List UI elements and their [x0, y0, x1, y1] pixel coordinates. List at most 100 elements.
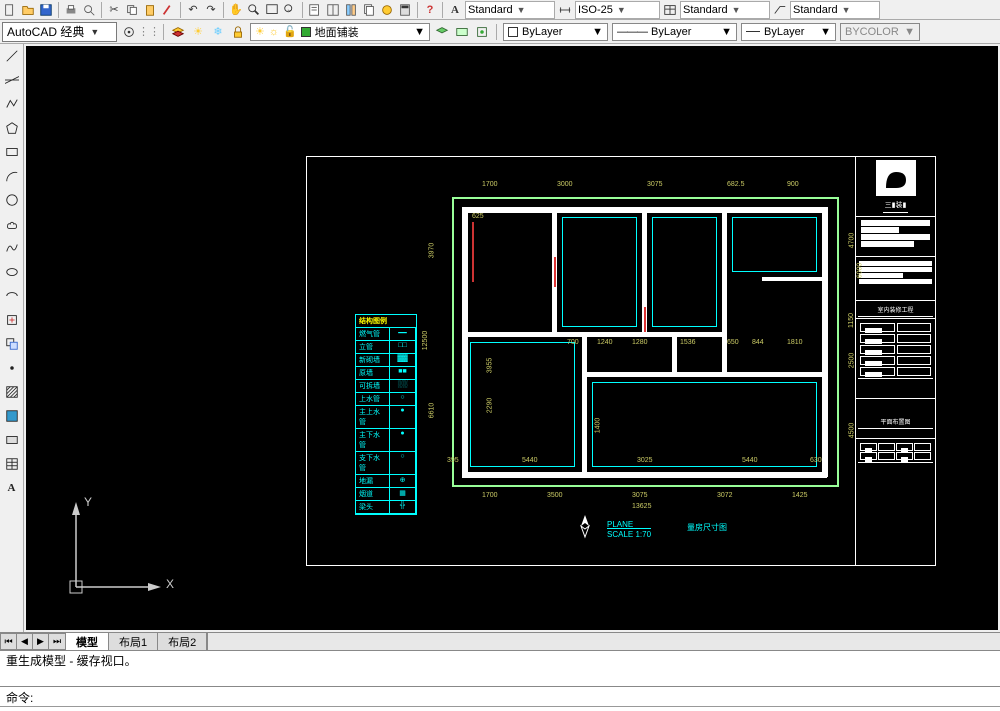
properties-icon[interactable] — [307, 2, 323, 18]
layer-lock-icon[interactable] — [230, 24, 246, 40]
lineweight-value: ByLayer — [764, 26, 804, 38]
command-prompt: 命令: — [6, 689, 33, 704]
zoom-window-icon[interactable] — [264, 2, 280, 18]
insert-block-icon[interactable] — [4, 312, 20, 328]
new-icon[interactable] — [2, 2, 18, 18]
linetype-value: ByLayer — [651, 26, 691, 38]
sheet-set-icon[interactable] — [361, 2, 377, 18]
layer-color-swatch — [301, 27, 311, 37]
drawing-canvas[interactable]: Y X 三▮装▮ — [26, 46, 998, 630]
arc-icon[interactable] — [4, 168, 20, 184]
mleader-style-icon[interactable] — [772, 2, 788, 18]
layer-iso-icon[interactable] — [474, 24, 490, 40]
table-style-icon[interactable] — [662, 2, 678, 18]
redo-icon[interactable]: ↷ — [203, 2, 219, 18]
mtext-icon[interactable]: A — [4, 480, 20, 496]
region-icon[interactable] — [4, 432, 20, 448]
text-style-combo[interactable]: Standard ▼ — [465, 1, 555, 19]
legend-row: 上水管○ — [356, 393, 416, 406]
legend-title: 结构图例 — [356, 315, 416, 328]
layer-mgr-icon[interactable] — [170, 24, 186, 40]
text-style-icon[interactable]: A — [447, 2, 463, 18]
legend-row: 可拆墙░░ — [356, 380, 416, 393]
zoom-icon[interactable] — [246, 2, 262, 18]
layer-prev-icon[interactable] — [434, 24, 450, 40]
layout-title: 量房尺寸图 — [687, 522, 727, 533]
circle-icon[interactable] — [4, 192, 20, 208]
tab-prev-icon[interactable]: ◀ — [17, 634, 33, 649]
logo-box: 三▮装▮ — [856, 157, 935, 217]
markup-icon[interactable] — [379, 2, 395, 18]
zoom-prev-icon[interactable]: ← — [282, 2, 298, 18]
separator — [101, 2, 102, 18]
print-icon[interactable] — [63, 2, 79, 18]
tb-section-1 — [856, 217, 935, 257]
ellipse-icon[interactable] — [4, 264, 20, 280]
workspace-value: AutoCAD 经典 — [7, 23, 84, 40]
paste-icon[interactable] — [142, 2, 158, 18]
calc-icon[interactable] — [397, 2, 413, 18]
command-history: 重生成模型 - 缓存视口。 — [0, 650, 1000, 686]
chevron-down-icon: ▼ — [90, 27, 99, 37]
mleader-style-combo[interactable]: Standard ▼ — [790, 1, 880, 19]
status-bar — [0, 706, 1000, 711]
save-icon[interactable] — [38, 2, 54, 18]
preview-icon[interactable] — [81, 2, 97, 18]
table-icon[interactable] — [4, 456, 20, 472]
table-style-combo[interactable]: Standard ▼ — [680, 1, 770, 19]
ellipse-arc-icon[interactable] — [4, 288, 20, 304]
match-icon[interactable] — [160, 2, 176, 18]
plotstyle-combo[interactable]: BYCOLOR ▼ — [840, 23, 920, 41]
layer-on-icon[interactable]: ☀ — [190, 24, 206, 40]
drawing-frame: 三▮装▮ 室内装修工程 — [306, 156, 936, 566]
workspace-settings-icon[interactable] — [121, 24, 137, 40]
tab-last-icon[interactable]: ⏭ — [49, 634, 65, 649]
design-center-icon[interactable] — [325, 2, 341, 18]
tab-layout2[interactable]: 布局2 — [158, 633, 207, 650]
revcloud-icon[interactable] — [4, 216, 20, 232]
tab-first-icon[interactable]: ⏮ — [1, 634, 17, 649]
tab-next-icon[interactable]: ▶ — [33, 634, 49, 649]
workspace-combo[interactable]: AutoCAD 经典 ▼ — [2, 22, 117, 42]
copy-icon[interactable] — [124, 2, 140, 18]
hatch-icon[interactable] — [4, 384, 20, 400]
xline-icon[interactable] — [4, 72, 20, 88]
open-icon[interactable] — [20, 2, 36, 18]
color-combo[interactable]: ByLayer ▼ — [503, 23, 608, 41]
dim-style-combo[interactable]: ISO-25 ▼ — [575, 1, 660, 19]
chevron-down-icon: ▼ — [842, 5, 851, 15]
help-icon[interactable]: ? — [422, 2, 438, 18]
pan-icon[interactable]: ✋ — [228, 2, 244, 18]
tool-palette-icon[interactable] — [343, 2, 359, 18]
grip-icon[interactable]: ⋮⋮ — [141, 24, 157, 40]
lineweight-combo[interactable]: ByLayer ▼ — [741, 23, 836, 41]
point-icon[interactable] — [4, 360, 20, 376]
layer-states-icon[interactable] — [454, 24, 470, 40]
tab-model[interactable]: 模型 — [66, 633, 109, 650]
layout-tabs: ⏮ ◀ ▶ ⏭ 模型 布局1 布局2 — [0, 632, 1000, 650]
command-line[interactable]: 命令: — [0, 686, 1000, 706]
legend-row: 烟道▦ — [356, 488, 416, 501]
polyline-icon[interactable] — [4, 96, 20, 112]
floor-plan: 1700 3000 3075 682.5 900 3970 12500 6610… — [452, 177, 842, 507]
tb-section-2 — [856, 257, 935, 301]
separator — [496, 24, 497, 40]
linetype-combo[interactable]: ——— ByLayer ▼ — [612, 23, 737, 41]
layer-combo[interactable]: ☀ ☼ 🔓 地面铺装 ▼ — [250, 23, 430, 41]
line-icon[interactable] — [4, 48, 20, 64]
layer-freeze-icon[interactable]: ❄ — [210, 24, 226, 40]
undo-icon[interactable]: ↶ — [185, 2, 201, 18]
tab-nav: ⏮ ◀ ▶ ⏭ — [0, 633, 66, 650]
tab-layout1[interactable]: 布局1 — [109, 633, 158, 650]
dim-style-value: ISO-25 — [578, 4, 613, 16]
polygon-icon[interactable] — [4, 120, 20, 136]
dim-style-icon[interactable] — [557, 2, 573, 18]
gradient-icon[interactable] — [4, 408, 20, 424]
make-block-icon[interactable] — [4, 336, 20, 352]
layer-name: 地面铺装 — [315, 24, 359, 40]
separator — [58, 2, 59, 18]
rectangle-icon[interactable] — [4, 144, 20, 160]
separator — [163, 24, 164, 40]
spline-icon[interactable] — [4, 240, 20, 256]
cut-icon[interactable]: ✂ — [106, 2, 122, 18]
